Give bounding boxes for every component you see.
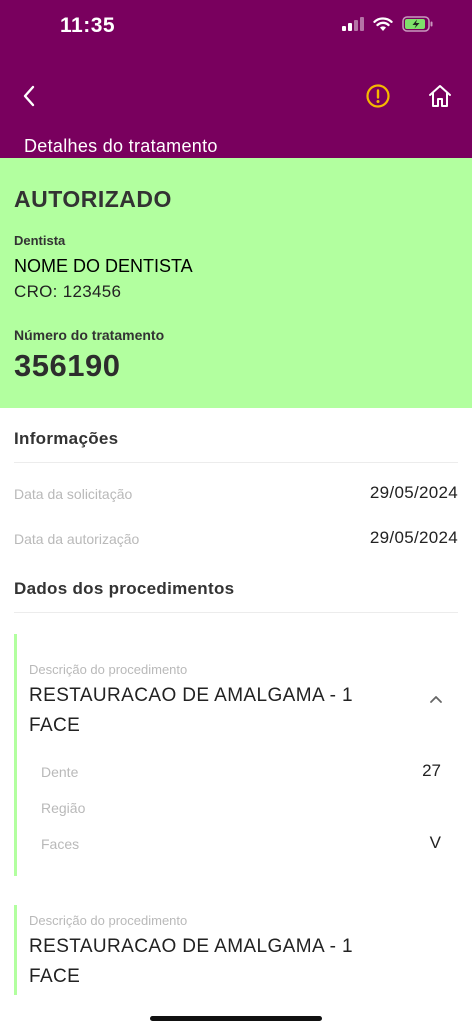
alert-circle-icon xyxy=(366,84,390,108)
home-icon xyxy=(429,85,451,107)
divider xyxy=(14,462,458,463)
procedure-card[interactable]: Descrição do procedimento RESTAURACAO DE… xyxy=(14,634,458,876)
chevron-up-icon xyxy=(430,695,442,703)
home-button[interactable] xyxy=(424,80,456,112)
procedure-desc-label: Descrição do procedimento xyxy=(29,662,188,677)
procedure-name: RESTAURACAO DE AMALGAMA - 1 FACE xyxy=(29,685,354,736)
dentista-label: Dentista xyxy=(14,233,66,248)
informacoes-title: Informações xyxy=(14,429,119,448)
back-button[interactable] xyxy=(14,80,44,112)
procedure-name: RESTAURACAO DE AMALGAMA - 1 FACE xyxy=(29,936,354,987)
info-label: Data da solicitação xyxy=(14,486,133,502)
numero-tratamento-value: 356190 xyxy=(14,348,121,383)
info-row-solicitacao: Data da solicitação 29/05/2024 xyxy=(14,483,458,507)
status-label: AUTORIZADO xyxy=(14,186,172,212)
numero-tratamento-label: Número do tratamento xyxy=(14,327,165,343)
treatment-status-card: AUTORIZADO Dentista NOME DO DENTISTA CRO… xyxy=(0,158,472,408)
info-row-autorizacao: Data da autorização 29/05/2024 xyxy=(14,528,458,552)
procedure-row-label: Dente xyxy=(41,764,79,780)
procedure-row-dente: Dente 27 xyxy=(41,761,441,785)
status-time: 11:35 xyxy=(60,14,116,37)
procedure-row-label: Faces xyxy=(41,836,80,852)
procedimentos-title: Dados dos procedimentos xyxy=(14,579,235,598)
back-chevron-icon xyxy=(23,85,35,107)
procedure-row-value: V xyxy=(429,833,441,852)
cellular-signal-icon xyxy=(342,17,364,31)
procedure-row-regiao: Região xyxy=(41,797,441,821)
battery-icon xyxy=(402,16,433,32)
status-bar: 11:35 xyxy=(0,0,472,52)
info-value: 29/05/2024 xyxy=(369,528,458,547)
collapse-button[interactable] xyxy=(426,689,446,709)
dentista-cro: CRO: 123456 xyxy=(14,282,122,301)
procedure-desc-label: Descrição do procedimento xyxy=(29,913,188,928)
app-header: 11:35 Detalhes do tratamento xyxy=(0,0,472,158)
page-title: Detalhes do tratamento xyxy=(24,136,218,156)
info-value: 29/05/2024 xyxy=(369,483,458,502)
home-indicator[interactable] xyxy=(150,1016,322,1021)
status-icons xyxy=(342,16,434,32)
procedure-row-label: Região xyxy=(41,800,86,816)
nav-bar xyxy=(0,70,472,122)
dentista-name: NOME DO DENTISTA xyxy=(14,256,193,276)
procedure-row-value: 27 xyxy=(422,761,441,780)
procedure-row-faces: Faces V xyxy=(41,833,441,857)
alert-button[interactable] xyxy=(362,80,394,112)
divider xyxy=(14,612,458,613)
wifi-icon xyxy=(373,16,393,31)
procedure-card[interactable]: Descrição do procedimento RESTAURACAO DE… xyxy=(14,905,458,995)
info-label: Data da autorização xyxy=(14,531,140,547)
